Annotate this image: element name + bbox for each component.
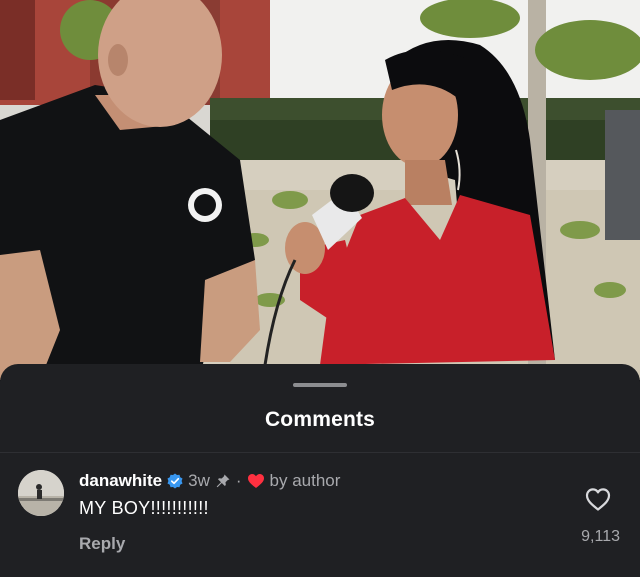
pin-icon — [215, 473, 231, 489]
comments-title: Comments — [264, 408, 376, 431]
heart-outline-icon — [585, 488, 611, 511]
comment-meta: danawhite 3w · by author — [79, 471, 340, 491]
comment-text: MY BOY!!!!!!!!!!! — [79, 498, 209, 518]
sheet-drag-handle[interactable] — [293, 383, 347, 387]
avatar-image — [18, 470, 64, 516]
comments-sheet: Comments danawhite 3w · by author MY BOY… — [0, 364, 640, 577]
comment-username[interactable]: danawhite — [79, 471, 162, 491]
video-player[interactable] — [0, 0, 640, 380]
avatar[interactable] — [18, 470, 64, 516]
divider — [0, 452, 640, 453]
liked-by-author-label: by author — [269, 471, 341, 490]
like-count: 9,113 — [581, 528, 620, 545]
like-button[interactable] — [584, 486, 612, 512]
screen: Comments danawhite 3w · by author MY BOY… — [0, 0, 640, 577]
reply-button[interactable]: Reply — [79, 534, 125, 554]
verified-badge-icon — [167, 473, 183, 489]
comment-age: 3w — [188, 471, 210, 490]
video-frame-image — [0, 0, 640, 380]
heart-filled-icon — [247, 473, 265, 489]
comment-item: danawhite 3w · by author MY BOY!!!!!!!!!… — [0, 460, 640, 577]
separator-dot: · — [235, 471, 242, 490]
